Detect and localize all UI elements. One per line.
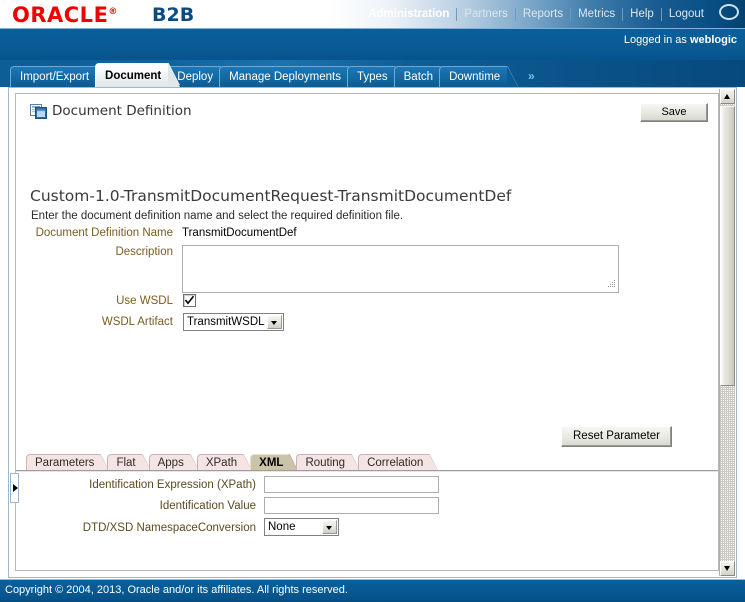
subtab-label: Routing — [305, 457, 346, 469]
logged-in-username: weblogic — [689, 34, 737, 46]
tab-label: Deploy — [177, 71, 214, 83]
subtab-routing[interactable]: Routing — [296, 454, 361, 472]
user-avatar-icon[interactable] — [719, 4, 739, 20]
panel-header: Document Definition Save — [16, 94, 718, 132]
registered-trademark-icon: ® — [108, 7, 118, 17]
copyright-text: Copyright © 2004, 2013, Oracle and/or it… — [5, 584, 348, 596]
identification-expression-input[interactable] — [264, 476, 439, 493]
global-nav-reports[interactable]: Reports — [516, 7, 570, 21]
tab-edge — [167, 63, 181, 85]
subtab-apps[interactable]: Apps — [148, 454, 200, 472]
session-bar: Logged in as weblogic — [0, 28, 745, 61]
wsdl-artifact-select[interactable]: TransmitWSDL — [183, 313, 284, 331]
subtab-label: Correlation — [367, 457, 424, 469]
tab-downtime[interactable]: Downtime — [439, 66, 519, 87]
wsdl-artifact-label: WSDL Artifact — [101, 316, 173, 328]
scrollbar-thumb[interactable] — [720, 106, 735, 386]
global-navigation: Administration Partners Reports Metrics … — [361, 5, 711, 23]
description-label: Description — [115, 246, 173, 258]
sub-tab-list: Parameters Flat Apps XPath XML Routing C… — [26, 451, 440, 472]
description-textarea[interactable] — [182, 245, 619, 293]
use-wsdl-checkbox[interactable] — [183, 294, 196, 307]
identification-value-input[interactable] — [264, 497, 439, 514]
document-definition-heading: Custom-1.0-TransmitDocumentRequest-Trans… — [30, 187, 512, 205]
tab-batch[interactable]: Batch — [393, 66, 452, 87]
save-button[interactable]: Save — [640, 103, 708, 122]
sub-tab-strip: Parameters Flat Apps XPath XML Routing C… — [16, 451, 718, 472]
namespace-conversion-label: DTD/XSD NamespaceConversion — [82, 522, 256, 534]
logged-in-status: Logged in as weblogic — [624, 34, 737, 46]
oracle-logo: ORACLE® — [12, 3, 118, 27]
tab-label: Batch — [403, 71, 434, 83]
subtab-label: XPath — [205, 457, 238, 469]
document-definition-panel: Document Definition Save Custom-1.0-Tran… — [15, 93, 719, 571]
subtab-correlation[interactable]: Correlation — [358, 454, 440, 472]
content-outer-frame: Document Definition Save Custom-1.0-Tran… — [8, 87, 737, 578]
subtab-parameters[interactable]: Parameters — [26, 454, 111, 472]
panel-expand-collapse-handle[interactable] — [10, 473, 19, 503]
global-nav-administration[interactable]: Administration — [361, 7, 456, 21]
primary-tab-strip: Import/Export Document Deploy Manage Dep… — [0, 60, 745, 87]
scroll-down-arrow-icon[interactable] — [720, 561, 735, 576]
global-nav-help[interactable]: Help — [623, 7, 661, 21]
document-definition-icon — [30, 104, 47, 119]
tab-manage-deployments[interactable]: Manage Deployments — [219, 66, 360, 87]
scrollbar-track[interactable] — [720, 104, 735, 561]
oracle-logo-text: ORACLE — [12, 3, 109, 27]
primary-tab-list: Import/Export Document Deploy Manage Dep… — [10, 60, 519, 87]
reset-parameter-button[interactable]: Reset Parameter — [561, 426, 672, 447]
tab-label: Document — [105, 69, 162, 82]
subtab-label: XML — [259, 457, 284, 469]
vertical-scrollbar[interactable] — [719, 89, 735, 576]
global-nav-partners[interactable]: Partners — [457, 7, 514, 21]
subtab-separator — [16, 470, 718, 472]
subtab-xpath[interactable]: XPath — [196, 454, 254, 472]
subtab-label: Apps — [157, 457, 184, 469]
document-definition-instruction: Enter the document definition name and s… — [31, 210, 404, 222]
scroll-up-arrow-icon[interactable] — [720, 89, 735, 104]
tab-label: Types — [356, 71, 388, 83]
tab-overflow-chevron-icon[interactable]: » — [528, 69, 535, 83]
use-wsdl-label: Use WSDL — [116, 295, 173, 307]
subtab-xml[interactable]: XML — [250, 454, 300, 472]
logged-in-prefix: Logged in as — [623, 34, 690, 46]
brand-bar: ORACLE® B2B Administration Partners Repo… — [0, 0, 745, 28]
tab-label: Manage Deployments — [229, 71, 341, 83]
subtab-flat[interactable]: Flat — [107, 454, 152, 472]
document-definition-name-value: TransmitDocumentDef — [182, 227, 297, 239]
product-name: B2B — [152, 4, 195, 26]
global-nav-logout[interactable]: Logout — [662, 7, 711, 21]
checkmark-icon — [184, 295, 195, 305]
identification-value-label: Identification Value — [159, 500, 256, 512]
tab-import-export[interactable]: Import/Export — [10, 66, 108, 87]
namespace-conversion-select[interactable]: None — [264, 518, 339, 536]
tab-edge — [506, 66, 519, 87]
page-title: Document Definition — [52, 103, 192, 119]
tab-types[interactable]: Types — [346, 66, 407, 87]
footer-bar: Copyright © 2004, 2013, Oracle and/or it… — [0, 579, 745, 602]
global-nav-metrics[interactable]: Metrics — [571, 7, 622, 21]
tab-label: Downtime — [449, 71, 501, 83]
subtab-label: Parameters — [35, 457, 95, 469]
identification-expression-label: Identification Expression (XPath) — [89, 479, 256, 491]
tab-label: Import/Export — [20, 71, 90, 83]
document-definition-name-label: Document Definition Name — [35, 227, 173, 239]
tab-document[interactable]: Document — [95, 63, 181, 87]
subtab-label: Flat — [116, 457, 136, 469]
